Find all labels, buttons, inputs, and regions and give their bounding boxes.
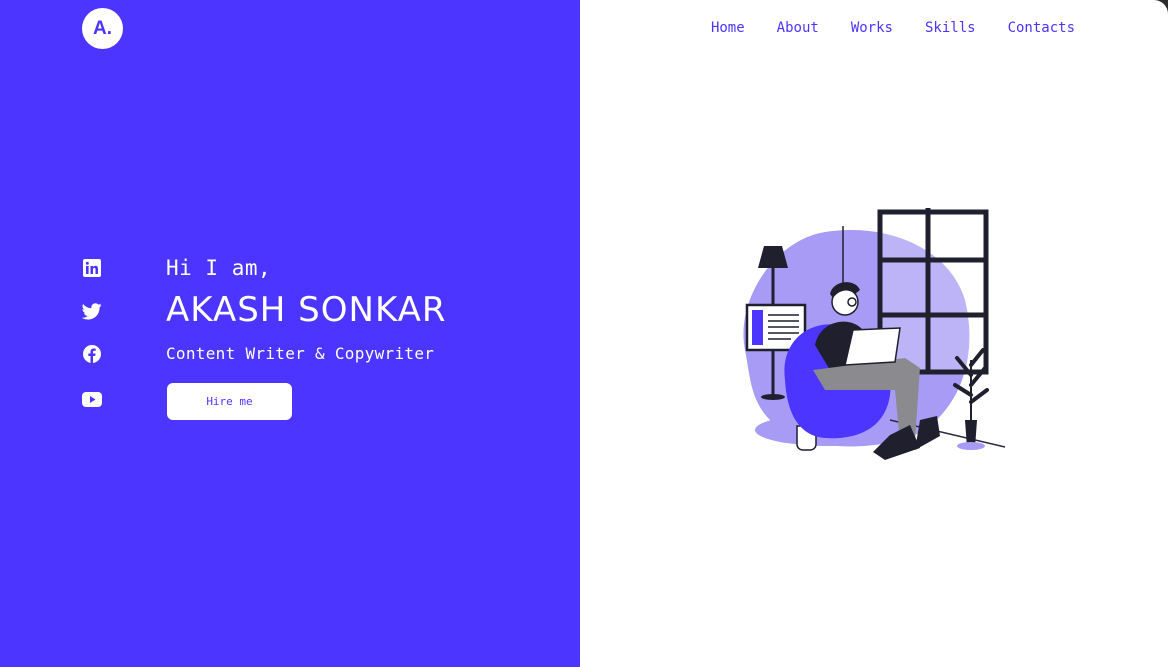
hero-role: Content Writer & Copywriter [166, 344, 435, 363]
logo[interactable]: A. [82, 8, 123, 49]
nav-works[interactable]: Works [851, 20, 893, 36]
greeting: Hi I am, [166, 256, 272, 280]
hero-intro: Hi I am, AKASH SONKAR Content Writer & C… [166, 256, 447, 420]
nav-about[interactable]: About [777, 20, 819, 36]
facebook-icon[interactable] [82, 344, 102, 364]
person-with-laptop-illustration [743, 208, 1006, 460]
nav-contacts[interactable]: Contacts [1008, 20, 1075, 36]
main-nav: Home About Works Skills Contacts [711, 20, 1075, 36]
linkedin-icon[interactable] [82, 258, 102, 278]
nav-skills[interactable]: Skills [925, 20, 976, 36]
hero-name: AKASH SONKAR [166, 290, 447, 330]
youtube-icon[interactable] [82, 389, 102, 409]
nav-home[interactable]: Home [711, 20, 745, 36]
hire-me-button[interactable]: Hire me [167, 383, 292, 420]
twitter-icon[interactable] [82, 301, 102, 321]
